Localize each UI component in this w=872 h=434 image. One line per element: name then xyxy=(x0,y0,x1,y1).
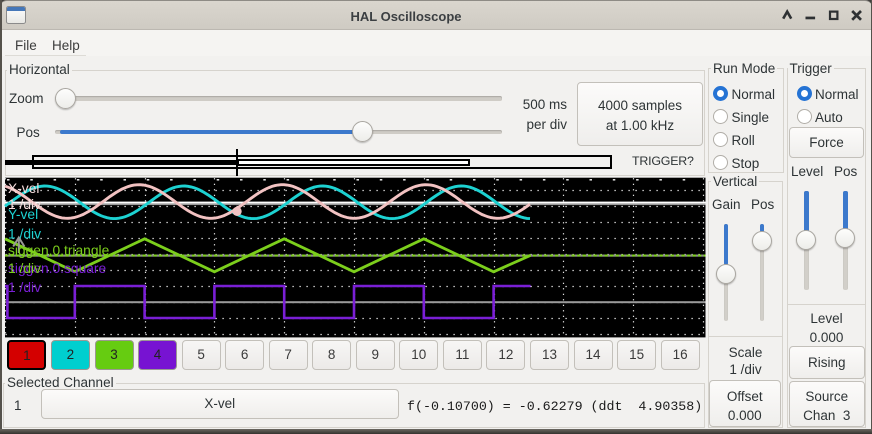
svg-text:1 /div: 1 /div xyxy=(8,280,41,295)
svg-text:Y-vel: Y-vel xyxy=(8,207,38,222)
svg-text:1 /div: 1 /div xyxy=(8,261,41,276)
svg-text:1 /div: 1 /div xyxy=(8,227,41,242)
svg-text:X-vel: X-vel xyxy=(8,181,39,196)
svg-text:siggen.0.triangle: siggen.0.triangle xyxy=(8,243,110,258)
